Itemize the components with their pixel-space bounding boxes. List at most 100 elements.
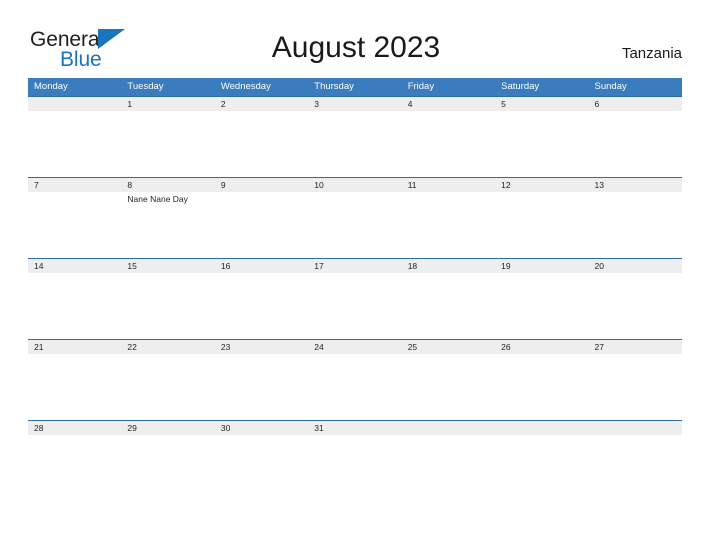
calendar-day-cell[interactable]: 10 [308, 178, 402, 258]
day-number: 14 [28, 259, 122, 273]
day-number: 25 [401, 340, 496, 354]
calendar-day-cell[interactable]: 5 [495, 97, 589, 177]
day-number: 13 [588, 178, 682, 192]
calendar-day-cell[interactable]: 12 [495, 178, 589, 258]
day-number: 5 [495, 97, 589, 111]
calendar-week-row: 21 22 23 24 25 26 27 [28, 339, 682, 420]
calendar-day-cell[interactable]: 18 [401, 259, 496, 339]
weekday-monday: Monday [34, 81, 68, 92]
calendar-day-cell[interactable]: 4 [401, 97, 496, 177]
day-events [215, 273, 308, 275]
calendar-day-cell[interactable]: 25 [401, 340, 496, 420]
calendar-day-cell[interactable]: 22 [121, 340, 215, 420]
day-number: 18 [401, 259, 496, 273]
calendar-day-cell[interactable]: 15 [121, 259, 215, 339]
day-events [495, 273, 588, 275]
holiday-event: Nane Nane Day [127, 194, 188, 204]
day-number: 23 [214, 340, 309, 354]
weekday-wednesday: Wednesday [220, 81, 271, 92]
calendar-day-cell[interactable]: 30 [214, 421, 309, 501]
calendar-day-cell[interactable]: 11 [401, 178, 496, 258]
day-events [589, 435, 682, 437]
calendar-day-cell-empty [588, 421, 682, 501]
day-number: 3 [308, 97, 402, 111]
page-header: General Blue August 2023 Tanzania [0, 0, 712, 78]
day-events [495, 111, 588, 113]
calendar-day-cell[interactable]: 20 [588, 259, 682, 339]
day-number: 30 [214, 421, 309, 435]
day-number: 6 [588, 97, 682, 111]
calendar-day-cell[interactable]: 2 [214, 97, 309, 177]
day-events [121, 273, 214, 275]
calendar-day-cell[interactable]: 17 [308, 259, 402, 339]
week-days: 21 22 23 24 25 26 27 [28, 340, 682, 420]
day-number: 26 [495, 340, 589, 354]
day-number [588, 421, 682, 435]
week-days: 28 29 30 31 [28, 421, 682, 501]
calendar-day-cell[interactable]: 31 [308, 421, 402, 501]
day-events [402, 111, 495, 113]
day-events [28, 354, 121, 356]
calendar-day-cell[interactable]: 9 [214, 178, 309, 258]
weekday-friday: Friday [407, 81, 435, 92]
day-events [215, 192, 308, 194]
calendar-day-cell[interactable]: 3 [308, 97, 402, 177]
day-events: Nane Nane Day [121, 192, 214, 205]
calendar-day-cell[interactable]: 14 [28, 259, 122, 339]
day-events [308, 273, 401, 275]
calendar-weeks: 1 2 3 4 5 6 7 8 Nane Nane Day 9 10 11 12 13 14 15 16 17 18… [28, 96, 682, 501]
day-events [495, 435, 588, 437]
calendar-week-row: 28 29 30 31 [28, 420, 682, 501]
day-events [308, 111, 401, 113]
calendar-day-cell[interactable]: 28 [28, 421, 122, 501]
day-events [402, 192, 495, 194]
calendar-day-cell[interactable]: 29 [121, 421, 215, 501]
day-events [589, 273, 682, 275]
calendar-day-cell[interactable]: 16 [214, 259, 309, 339]
calendar-day-cell[interactable]: 24 [308, 340, 402, 420]
week-days: 123456 [28, 97, 682, 177]
day-events [308, 435, 401, 437]
day-number: 8 [121, 178, 215, 192]
day-number: 28 [28, 421, 122, 435]
day-number: 2 [214, 97, 309, 111]
day-events [121, 354, 214, 356]
calendar-week-row: 123456 [28, 96, 682, 177]
day-number: 27 [588, 340, 682, 354]
day-number: 31 [308, 421, 402, 435]
calendar-day-cell[interactable]: 26 [495, 340, 589, 420]
calendar-day-cell[interactable]: 27 [588, 340, 682, 420]
day-number: 22 [121, 340, 215, 354]
day-events [402, 354, 495, 356]
day-events [215, 354, 308, 356]
calendar-day-cell[interactable]: 21 [28, 340, 122, 420]
day-events [495, 192, 588, 194]
day-number: 24 [308, 340, 402, 354]
day-events [589, 111, 682, 113]
calendar-day-cell[interactable]: 19 [495, 259, 589, 339]
calendar-day-cell[interactable]: 13 [588, 178, 682, 258]
day-number: 20 [588, 259, 682, 273]
calendar-day-cell[interactable]: 7 [28, 178, 122, 258]
day-events [308, 192, 401, 194]
weekday-thursday: Thursday [314, 81, 354, 92]
day-number: 29 [121, 421, 215, 435]
day-number: 17 [308, 259, 402, 273]
page-title: August 2023 [271, 31, 441, 64]
day-events [121, 435, 214, 437]
day-number: 11 [401, 178, 496, 192]
weekday-sunday: Sunday [594, 81, 627, 92]
day-number: 1 [121, 97, 215, 111]
day-events [402, 435, 495, 437]
calendar-day-cell[interactable]: 6 [588, 97, 682, 177]
day-events [589, 354, 682, 356]
calendar-day-cell[interactable]: 1 [121, 97, 215, 177]
calendar-day-cell[interactable]: 23 [214, 340, 309, 420]
day-number: 12 [495, 178, 589, 192]
day-number: 10 [308, 178, 402, 192]
calendar-day-cell-empty [28, 97, 122, 177]
day-number: 7 [28, 178, 122, 192]
day-number: 19 [495, 259, 589, 273]
calendar-day-cell[interactable]: 8 Nane Nane Day [121, 178, 215, 258]
calendar-week-row: 14 15 16 17 18 19 20 [28, 258, 682, 339]
